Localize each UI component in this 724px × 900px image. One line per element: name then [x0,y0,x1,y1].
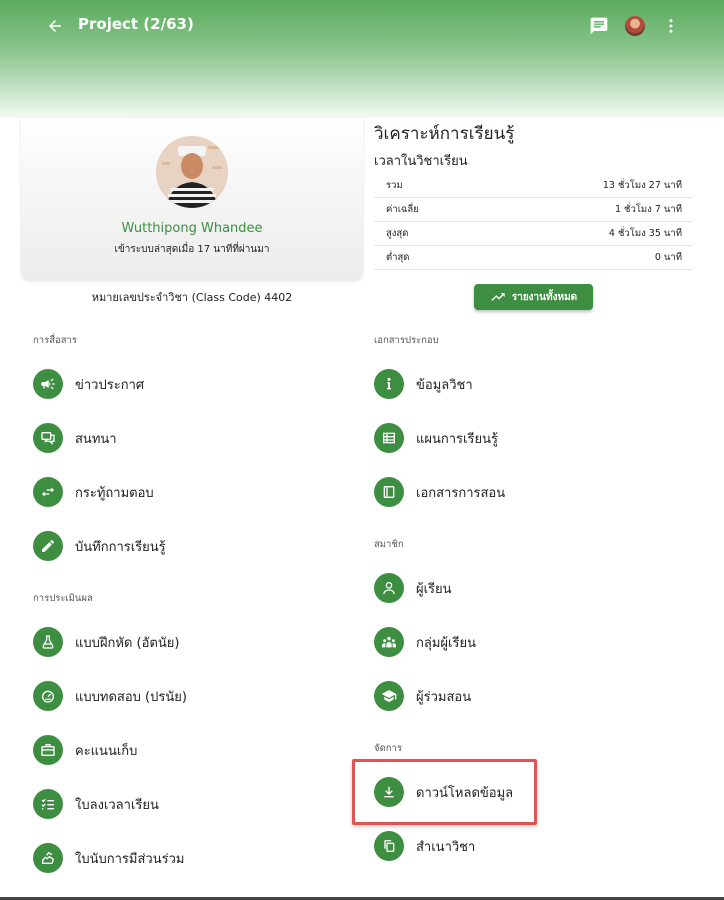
menu-label: สำเนาวิชา [416,839,476,855]
profile-card: Wutthipong Whandee เข้าระบบล่าสุดเมื่อ 1… [21,118,363,280]
chat-bubbles-icon [33,423,63,453]
stats-label: ต่ำสุด [386,252,410,263]
analytics-subtitle: เวลาในวิชาเรียน [374,154,468,169]
full-report-button[interactable]: รายงานทั้งหมด [474,284,593,310]
section-communication-label: การสื่อสาร [33,335,77,346]
stats-value: 13 ชั่วโมง 27 นาที [602,180,682,191]
profile-avatar [156,136,228,208]
menu-label: ใบลงเวลาเรียน [75,797,159,813]
menu-label: ดาวน์โหลดข้อมูล [416,785,514,801]
menu-label: แบบฝึกหัด (อัตนัย) [75,635,180,651]
profile-name: Wutthipong Whandee [121,221,263,236]
stats-row-total: รวม 13 ชั่วโมง 27 นาที [374,174,692,198]
app-header: Project (2/63) [0,0,724,118]
app-title: Project (2/63) [78,15,194,33]
chat-icon[interactable] [587,14,611,38]
section-documents-label: เอกสารประกอบ [374,335,439,346]
section-manage-label: จัดการ [374,743,402,754]
group-icon [374,627,404,657]
class-code: หมายเลขประจำวิชา (Class Code) 4402 [91,291,293,304]
menu-label: ใบนับการมีส่วนร่วม [75,851,185,867]
analytics-title: วิเคราะห์การเรียนรู้ [374,124,515,144]
swap-arrows-icon [33,477,63,507]
user-avatar[interactable] [623,14,647,38]
stats-table: รวม 13 ชั่วโมง 27 นาที ค่าเฉลี่ย 1 ชั่วโ… [374,174,692,270]
back-arrow-icon[interactable] [43,14,67,38]
menu-item-students[interactable]: ผู้เรียน [374,568,452,608]
menu-item-qa-forum[interactable]: กระทู้ถามตอบ [33,472,154,512]
stats-label: ค่าเฉลี่ย [386,204,419,215]
menu-item-co-teachers[interactable]: ผู้ร่วมสอน [374,676,471,716]
menu-label: ข้อมูลวิชา [416,377,473,393]
section-assessment-label: การประเมินผล [33,593,93,604]
menu-item-course-info[interactable]: ข้อมูลวิชา [374,364,473,404]
briefcase-icon [33,735,63,765]
menu-label: กระทู้ถามตอบ [75,485,154,501]
copy-icon [374,831,404,861]
hand-icon [33,843,63,873]
menu-item-scores[interactable]: คะแนนเก็บ [33,730,137,770]
menu-item-participation[interactable]: ใบนับการมีส่วนร่วม [33,838,184,878]
table-icon [374,423,404,453]
menu-label: คะแนนเก็บ [75,743,138,759]
person-icon [374,573,404,603]
menu-item-exercise[interactable]: แบบฝึกหัด (อัตนัย) [33,622,179,662]
stats-row-max: สูงสุด 4 ชั่วโมง 35 นาที [374,222,692,246]
menu-label: กลุ่มผู้เรียน [416,635,476,651]
menu-label: แบบทดสอบ (ปรนัย) [75,689,187,705]
menu-label: ผู้ร่วมสอน [416,689,472,705]
pencil-icon [33,531,63,561]
gauge-icon [33,681,63,711]
flask-icon [33,627,63,657]
stats-value: 1 ชั่วโมง 7 นาที [614,204,682,215]
stats-label: สูงสุด [386,228,409,239]
stats-label: รวม [386,180,403,191]
menu-item-discussion[interactable]: สนทนา [33,418,117,458]
stats-row-average: ค่าเฉลี่ย 1 ชั่วโมง 7 นาที [374,198,692,222]
avatar-image [625,16,645,36]
menu-item-attendance[interactable]: ใบลงเวลาเรียน [33,784,159,824]
section-members-label: สมาชิก [374,539,404,550]
more-vert-icon[interactable] [659,14,683,38]
last-login-text: เข้าระบบล่าสุดเมื่อ 17 นาทีที่ผ่านมา [114,244,270,255]
menu-label: ผู้เรียน [416,581,452,597]
menu-label: ข่าวประกาศ [75,377,145,393]
trending-up-icon [491,293,505,301]
menu-item-download-data[interactable]: ดาวน์โหลดข้อมูล [374,772,513,812]
info-icon [374,369,404,399]
download-icon [374,777,404,807]
menu-item-student-groups[interactable]: กลุ่มผู้เรียน [374,622,476,662]
menu-item-copy-course[interactable]: สำเนาวิชา [374,826,475,866]
full-report-label: รายงานทั้งหมด [511,291,578,303]
graduation-cap-icon [374,681,404,711]
menu-label: แผนการเรียนรู้ [416,431,498,447]
menu-label: เอกสารการสอน [416,485,506,501]
stats-value: 0 นาที [654,252,682,263]
stats-value: 4 ชั่วโมง 35 นาที [608,228,682,239]
megaphone-icon [33,369,63,399]
menu-item-teaching-docs[interactable]: เอกสารการสอน [374,472,505,512]
menu-item-announcements[interactable]: ข่าวประกาศ [33,364,144,404]
checklist-icon [33,789,63,819]
stats-row-min: ต่ำสุด 0 นาที [374,246,692,270]
menu-item-lesson-plan[interactable]: แผนการเรียนรู้ [374,418,498,458]
menu-item-learning-journal[interactable]: บันทึกการเรียนรู้ [33,526,166,566]
menu-label: บันทึกการเรียนรู้ [75,539,166,555]
menu-label: สนทนา [75,431,117,447]
menu-item-quiz[interactable]: แบบทดสอบ (ปรนัย) [33,676,187,716]
book-icon [374,477,404,507]
